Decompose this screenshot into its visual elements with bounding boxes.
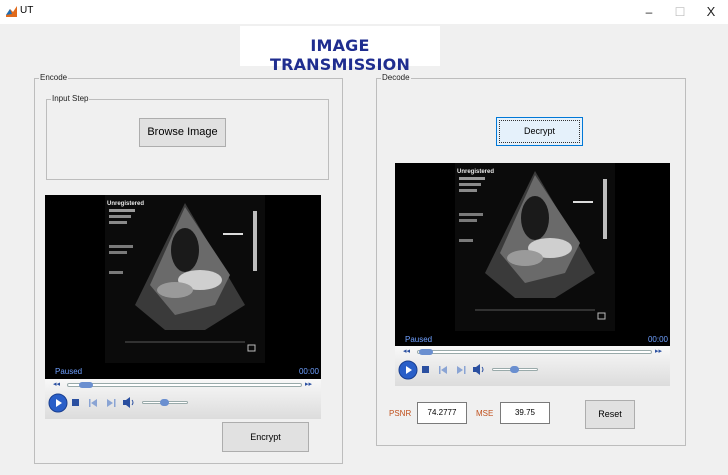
encode-ultrasound-graphic: Unregistered bbox=[105, 195, 265, 363]
decode-ultrasound-image: Unregistered bbox=[455, 163, 615, 331]
decode-ultrasound-graphic: Unregistered bbox=[455, 163, 615, 331]
decode-seek-thumb[interactable] bbox=[419, 349, 433, 355]
encode-volume-icon[interactable] bbox=[123, 397, 135, 408]
decode-volume-icon[interactable] bbox=[473, 364, 485, 375]
encode-previous-icon[interactable] bbox=[89, 399, 98, 407]
close-button[interactable]: X bbox=[699, 3, 723, 21]
encode-next-icon[interactable] bbox=[107, 399, 116, 407]
encode-seek-thumb[interactable] bbox=[79, 382, 93, 388]
decode-next-icon[interactable] bbox=[457, 366, 466, 374]
psnr-field[interactable]: 74.2777 bbox=[417, 402, 467, 424]
encode-player-controls: ◂◂ ▸▸ bbox=[45, 379, 321, 419]
mse-field[interactable]: 39.75 bbox=[500, 402, 550, 424]
decode-rewind-icon[interactable]: ◂◂ bbox=[403, 347, 410, 355]
window-title: UT bbox=[20, 5, 34, 16]
decode-player-time: 00:00 bbox=[647, 335, 668, 344]
encode-video-player: Unregistered Paused 00:00 ◂◂ ▸▸ bbox=[45, 195, 321, 419]
minimize-button[interactable]: – bbox=[637, 3, 661, 21]
matlab-app-icon bbox=[5, 5, 18, 18]
encode-play-icon[interactable] bbox=[48, 393, 68, 413]
decode-forward-icon[interactable]: ▸▸ bbox=[655, 347, 662, 355]
psnr-label: PSNR bbox=[389, 409, 412, 418]
decode-panel-label: Decode bbox=[381, 73, 411, 82]
encode-seek-bar[interactable] bbox=[67, 383, 302, 387]
encrypt-button[interactable]: Encrypt bbox=[222, 422, 309, 452]
encode-player-time: 00:00 bbox=[298, 367, 319, 376]
encode-stop-icon[interactable] bbox=[72, 399, 80, 407]
encode-panel-label: Encode bbox=[39, 73, 69, 82]
decode-play-icon[interactable] bbox=[398, 360, 418, 380]
browse-image-button[interactable]: Browse Image bbox=[139, 118, 226, 147]
input-step-label: Input Step bbox=[51, 94, 90, 103]
decode-player-status: Paused bbox=[405, 335, 433, 344]
decode-seek-bar[interactable] bbox=[417, 350, 652, 354]
encode-forward-icon[interactable]: ▸▸ bbox=[305, 380, 312, 388]
decode-stop-icon[interactable] bbox=[422, 366, 430, 374]
encode-player-status: Paused bbox=[55, 367, 83, 376]
title-bar: UT – ☐ X bbox=[0, 0, 728, 24]
decrypt-button[interactable]: Decrypt bbox=[496, 117, 583, 146]
encode-volume-thumb[interactable] bbox=[160, 399, 169, 406]
decode-player-controls: ◂◂ ▸▸ bbox=[395, 346, 670, 386]
mse-label: MSE bbox=[476, 409, 494, 418]
decode-video-player: Unregistered Paused 00:00 ◂◂ ▸▸ bbox=[395, 163, 670, 386]
decode-previous-icon[interactable] bbox=[439, 366, 448, 374]
svg-text:Unregistered: Unregistered bbox=[457, 169, 494, 175]
banner-title: IMAGE TRANSMISSION bbox=[269, 36, 411, 74]
maximize-button[interactable]: ☐ bbox=[668, 3, 692, 21]
encode-ultrasound-image: Unregistered bbox=[105, 195, 265, 363]
reset-button[interactable]: Reset bbox=[585, 400, 635, 429]
encode-rewind-icon[interactable]: ◂◂ bbox=[53, 380, 60, 388]
banner: IMAGE TRANSMISSION bbox=[240, 26, 440, 74]
decode-volume-thumb[interactable] bbox=[510, 366, 519, 373]
svg-text:Unregistered: Unregistered bbox=[107, 201, 144, 207]
